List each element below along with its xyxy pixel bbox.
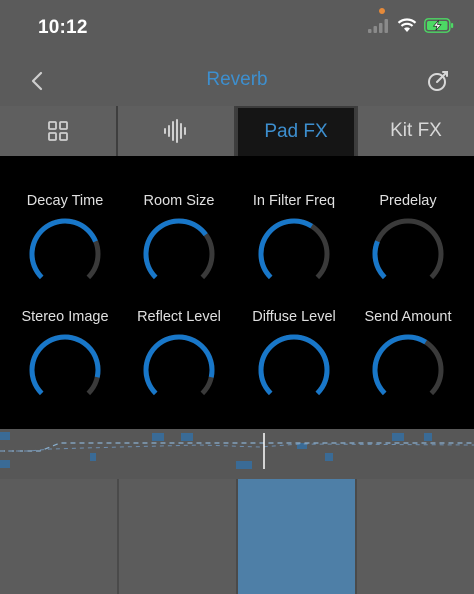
- knob-track: [372, 218, 444, 280]
- knob-value-arc: [258, 334, 330, 396]
- recording-indicator-dot: [379, 8, 385, 14]
- knob-value-arc: [29, 218, 98, 280]
- knob-label: Stereo Image: [21, 309, 109, 325]
- knob-value-arc: [258, 218, 314, 280]
- knob-dial[interactable]: [140, 331, 218, 409]
- knob-diffuse-level[interactable]: Diffuse Level: [235, 272, 353, 396]
- tab-waveform[interactable]: [118, 106, 234, 156]
- knob-reflect-level[interactable]: Reflect Level: [120, 272, 238, 396]
- knob-value-arc: [143, 334, 215, 396]
- step-block: [0, 460, 10, 468]
- tuning-icon: [428, 71, 448, 91]
- step-block: [152, 433, 164, 441]
- battery-charging-icon: [424, 18, 454, 33]
- status-bar: 10:12: [0, 0, 474, 56]
- pad-3[interactable]: [238, 479, 355, 594]
- pad-2[interactable]: [119, 479, 236, 594]
- knob-decay-time[interactable]: Decay Time: [6, 156, 124, 280]
- knob-predelay[interactable]: Predelay: [349, 156, 467, 280]
- wifi-icon: [397, 18, 417, 32]
- pad-4[interactable]: [357, 479, 474, 594]
- knob-label: Reflect Level: [137, 309, 221, 325]
- step-block: [325, 453, 333, 461]
- knob-dial[interactable]: [26, 331, 104, 409]
- page-title: Reverb: [206, 69, 268, 90]
- signal-icon: [368, 18, 388, 33]
- tab-grid[interactable]: [0, 106, 116, 156]
- step-block: [424, 433, 432, 441]
- tab-kit-fx[interactable]: Kit FX: [358, 106, 474, 156]
- knob-label: Predelay: [379, 193, 437, 209]
- fx-knob-panel: Decay Time Room Size In Filter Freq Pred…: [0, 156, 474, 429]
- pad-row: [0, 479, 474, 594]
- knob-value-arc: [29, 334, 101, 396]
- knob-in-filter-freq[interactable]: In Filter Freq: [235, 156, 353, 280]
- knob-label: In Filter Freq: [252, 193, 336, 209]
- step-block: [392, 433, 404, 441]
- waveform-icon: [164, 119, 186, 143]
- knob-room-size[interactable]: Room Size: [120, 156, 238, 280]
- automation-graph: [0, 429, 474, 479]
- tuning-button[interactable]: [426, 69, 450, 93]
- knob-label: Decay Time: [26, 193, 104, 209]
- automation-lane[interactable]: [0, 429, 474, 479]
- knob-label: Diffuse Level: [252, 309, 336, 325]
- tab-pad-fx[interactable]: Pad FX: [236, 106, 356, 156]
- knob-stereo-image[interactable]: Stereo Image: [6, 272, 124, 396]
- knob-label: Send Amount: [364, 309, 452, 325]
- knob-send-amount[interactable]: Send Amount: [349, 272, 467, 396]
- step-block: [236, 461, 252, 469]
- status-icons: [368, 18, 454, 33]
- grid-icon: [48, 121, 68, 141]
- pad-1[interactable]: [0, 479, 117, 594]
- knob-dial[interactable]: [255, 331, 333, 409]
- knob-label: Room Size: [143, 193, 215, 209]
- tab-bar: Pad FX Kit FX: [0, 106, 474, 156]
- step-block: [90, 453, 96, 461]
- knob-value-arc: [143, 218, 208, 280]
- knob-value-arc: [372, 334, 428, 396]
- step-block: [0, 432, 10, 440]
- nav-bar: Reverb: [0, 56, 474, 106]
- status-time: 10:12: [38, 17, 88, 38]
- knob-dial[interactable]: [369, 331, 447, 409]
- step-block: [181, 433, 193, 441]
